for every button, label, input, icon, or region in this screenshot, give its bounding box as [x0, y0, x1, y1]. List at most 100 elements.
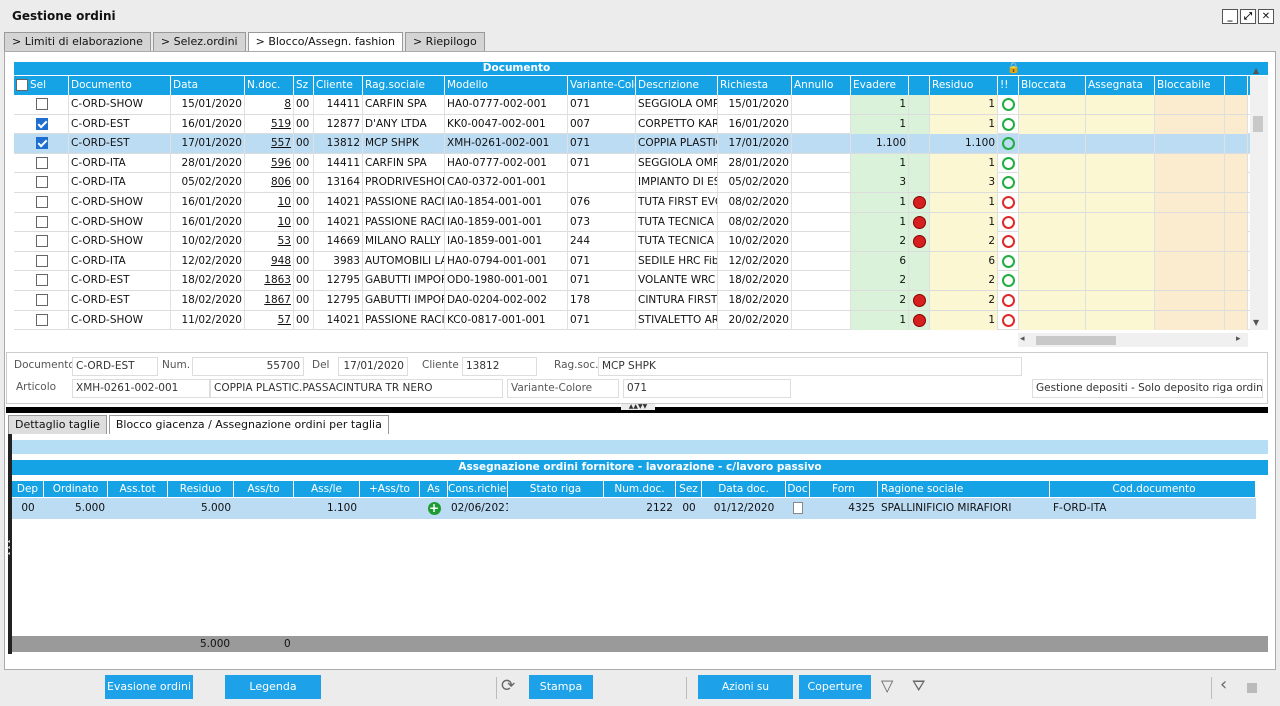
cell-sel[interactable] [14, 310, 69, 330]
num-field[interactable]: 55700 [192, 357, 304, 376]
tab-limiti[interactable]: > Limiti di elaborazione [4, 32, 151, 51]
row-select-checkbox[interactable] [36, 235, 48, 248]
cell-ndoc[interactable]: 519 [245, 114, 294, 134]
table-row[interactable]: C-ORD-SHOW 10/02/2020 53 00 14669 MILANO RALL… [14, 232, 1262, 252]
splitter-grip-icon[interactable]: ▲▲▼▼ [621, 404, 655, 410]
orders-vertical-scrollbar[interactable]: ▲ ▼ [1250, 66, 1268, 330]
column-header-residuo[interactable]: Residuo [168, 481, 234, 497]
column-header-cliente[interactable]: Cliente [314, 76, 363, 95]
column-header-sel[interactable]: Sel [14, 76, 69, 95]
tab-selez-ordini[interactable]: > Selez.ordini [152, 32, 246, 51]
scroll-right-icon[interactable]: ▸ [1236, 334, 1241, 344]
row-select-checkbox[interactable] [36, 98, 48, 110]
panel-splitter[interactable]: ▲▲▼▼ [6, 404, 1268, 413]
table-row[interactable]: C-ORD-SHOW 15/01/2020 8 00 14411 CARFIN SPA HA… [14, 95, 1262, 115]
table-row[interactable]: C-ORD-EST 17/01/2020 557 00 13812 MCP SHPK XMH… [14, 134, 1262, 154]
column-header-assto[interactable]: Ass/to [234, 481, 294, 497]
documento-field[interactable]: C-ORD-EST [72, 357, 158, 376]
column-header-doc[interactable]: Doc [786, 481, 810, 497]
column-header-block[interactable] [909, 76, 930, 95]
cell-assle[interactable]: 1.100 [294, 498, 360, 519]
chevron-left-icon[interactable]: ‹ [1220, 674, 1227, 695]
column-header-ragsoc[interactable]: Ragione sociale [878, 481, 1050, 497]
column-header-stato[interactable]: Stato riga [508, 481, 604, 497]
row-select-checkbox[interactable] [36, 156, 48, 169]
hscroll-thumb[interactable] [1036, 336, 1116, 345]
articolo-field[interactable]: XMH-0261-002-001 [72, 379, 210, 398]
column-header-as[interactable]: As [420, 481, 448, 497]
column-header-forn[interactable]: Forn [810, 481, 878, 497]
cell-sel[interactable] [14, 173, 69, 193]
row-select-checkbox[interactable] [36, 254, 48, 267]
column-header-variante[interactable]: Variante-Colo [568, 76, 636, 95]
column-header-status[interactable]: !! [998, 76, 1019, 95]
close-button[interactable]: ✕ [1258, 9, 1274, 24]
filter-icon[interactable]: ▽ [881, 676, 893, 695]
cell-ndoc[interactable]: 10 [245, 193, 294, 212]
row-select-checkbox[interactable] [36, 117, 48, 130]
column-header-assle[interactable]: Ass/le [294, 481, 360, 497]
row-select-checkbox[interactable] [36, 294, 48, 306]
table-row[interactable]: C-ORD-SHOW 16/01/2020 10 00 14021 PASSIONE RA… [14, 212, 1262, 233]
cell-ndoc[interactable]: 53 [245, 232, 294, 252]
refresh-icon[interactable]: ⟳ [501, 676, 515, 696]
table-row[interactable]: C-ORD-ITA 28/01/2020 596 00 14411 CARFIN SPA H… [14, 153, 1262, 174]
cell-sel[interactable] [14, 153, 69, 173]
column-header-extra[interactable] [1225, 76, 1248, 95]
column-header-numdoc[interactable]: Num.doc. [604, 481, 676, 497]
azioni-su-selezioni-button[interactable]: Azioni su selezioni [698, 675, 793, 706]
cell-sel[interactable] [14, 95, 69, 114]
column-header-ragsoc[interactable]: Rag.sociale [363, 76, 445, 95]
column-header-plusassto[interactable]: +Ass/to [360, 481, 420, 497]
column-header-descrizione[interactable]: Descrizione [636, 76, 718, 95]
cell-sel[interactable] [14, 232, 69, 252]
column-header-coddoc[interactable]: Cod.documento [1050, 481, 1256, 497]
side-collapse-icon[interactable]: ◂ ◂ ◂ [7, 539, 10, 557]
table-row[interactable]: C-ORD-ITA 05/02/2020 806 00 13164 PRODRIVESHO… [14, 173, 1262, 193]
cell-ndoc[interactable]: 596 [245, 153, 294, 173]
cell-ndoc[interactable]: 10 [245, 212, 294, 232]
tab-blocco-assegn[interactable]: > Blocco/Assegn. fashion [247, 32, 403, 52]
column-header-assegnata[interactable]: Assegnata [1086, 76, 1155, 95]
cell-ndoc[interactable]: 1863 [245, 271, 294, 291]
table-row[interactable]: C-ORD-ITA 12/02/2020 948 00 3983 AUTOMOBILI L… [14, 251, 1262, 272]
column-header-richiesta[interactable]: Richiesta [718, 76, 792, 95]
column-header-modello[interactable]: Modello [445, 76, 568, 95]
cell-doc[interactable] [786, 498, 810, 519]
column-header-dep[interactable]: Dep [12, 481, 44, 497]
tab-blocco-giacenza[interactable]: Blocco giacenza / Assegnazione ordini pe… [108, 415, 389, 434]
cell-sel[interactable] [14, 251, 69, 271]
column-header-bloccabile[interactable]: Bloccabile [1155, 76, 1225, 95]
scroll-thumb[interactable] [1253, 116, 1263, 132]
column-header-evadere[interactable]: Evadere [851, 76, 909, 95]
column-header-cons[interactable]: Cons.richies [448, 481, 508, 497]
row-select-checkbox[interactable] [36, 196, 48, 208]
table-row[interactable]: C-ORD-SHOW 11/02/2020 57 00 14021 PASSIONE RA… [14, 310, 1262, 331]
cell-ndoc[interactable]: 948 [245, 251, 294, 271]
add-assignment-icon[interactable]: + [427, 502, 441, 515]
column-header-sez[interactable]: Sez [676, 481, 702, 497]
cell-sel[interactable] [14, 212, 69, 232]
cell-sel[interactable] [14, 114, 69, 134]
column-header-sz[interactable]: Sz [294, 76, 314, 95]
column-header-datadoc[interactable]: Data doc. [702, 481, 786, 497]
stampa-button[interactable]: Stampa [529, 675, 593, 699]
table-row[interactable]: 00 5.000 5.000 1.100 + 02/06/2021 2122 0… [12, 498, 1256, 519]
minimize-button[interactable]: _ [1222, 9, 1238, 24]
cell-ndoc[interactable]: 57 [245, 310, 294, 330]
cell-ndoc[interactable]: 557 [245, 134, 294, 154]
cell-sel[interactable] [14, 193, 69, 212]
cell-as[interactable]: + [420, 498, 448, 519]
cell-sel[interactable] [14, 271, 69, 291]
select-all-checkbox[interactable] [16, 79, 28, 91]
cell-ndoc[interactable]: 1867 [245, 291, 294, 310]
orders-horizontal-scrollbar[interactable]: ◂ ▸ [1018, 333, 1248, 347]
tab-dettaglio-taglie[interactable]: Dettaglio taglie [8, 415, 107, 434]
row-select-checkbox[interactable] [36, 274, 48, 287]
ragsoc-field[interactable]: MCP SHPK [598, 357, 1022, 376]
variante-field[interactable]: 071 [623, 379, 791, 398]
scroll-down-icon[interactable]: ▼ [1253, 318, 1259, 327]
document-icon[interactable] [793, 502, 803, 514]
column-header-annullo[interactable]: Annullo [792, 76, 851, 95]
cell-sel[interactable] [14, 291, 69, 310]
